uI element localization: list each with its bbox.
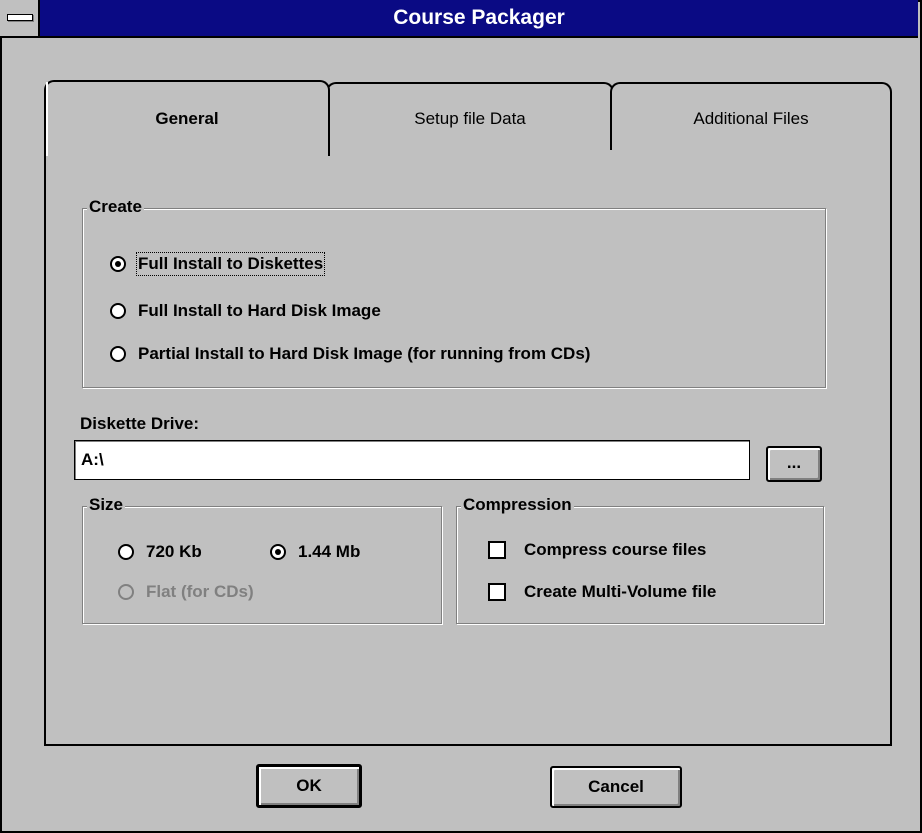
radio-button-icon[interactable] (110, 303, 126, 319)
option-label: Full Install to Diskettes (135, 252, 326, 276)
checkbox-multi-volume[interactable]: Create Multi-Volume file (488, 582, 716, 602)
radio-button-icon[interactable] (110, 346, 126, 362)
size-group-label: Size (87, 495, 126, 515)
option-label: Flat (for CDs) (146, 582, 254, 601)
compression-group: Compression (456, 495, 824, 624)
radio-button-icon (118, 584, 134, 600)
size-group: Size (82, 495, 442, 624)
window-title: Course Packager (393, 6, 565, 29)
tab-general-label: General (155, 109, 219, 128)
option-label: 1.44 Mb (298, 542, 361, 561)
browse-button[interactable]: ... (766, 446, 822, 482)
radio-full-install-hard-disk[interactable]: Full Install to Hard Disk Image (110, 301, 381, 321)
ok-button[interactable]: OK (256, 764, 362, 808)
tab-additional-files[interactable]: Additional Files (610, 82, 892, 154)
radio-720kb[interactable]: 720 Kb (118, 542, 202, 562)
option-label: Compress course files (524, 540, 707, 559)
create-group-label: Create (87, 197, 144, 217)
radio-button-icon[interactable] (270, 544, 286, 560)
radio-1-44mb[interactable]: 1.44 Mb (270, 542, 360, 562)
radio-partial-install-hard-disk[interactable]: Partial Install to Hard Disk Image (for … (110, 344, 590, 364)
checkbox-icon[interactable] (488, 541, 506, 559)
option-label: Partial Install to Hard Disk Image (for … (138, 344, 591, 363)
radio-full-install-diskettes[interactable]: Full Install to Diskettes (110, 252, 326, 276)
option-label: Full Install to Hard Disk Image (138, 301, 381, 320)
tab-general[interactable]: General (44, 80, 330, 156)
tab-additional-files-label: Additional Files (693, 109, 809, 128)
compression-group-label: Compression (461, 495, 574, 515)
option-label: Create Multi-Volume file (524, 582, 717, 601)
option-label: 720 Kb (146, 542, 202, 561)
system-menu-icon (7, 14, 33, 21)
checkbox-icon[interactable] (488, 583, 506, 601)
tab-highlight (46, 82, 48, 156)
diskette-drive-input[interactable]: A:\ (74, 440, 750, 480)
diskette-drive-label: Diskette Drive: (80, 414, 200, 433)
radio-button-icon[interactable] (110, 256, 126, 272)
tab-setup-file-data[interactable]: Setup file Data (326, 82, 614, 154)
radio-button-icon[interactable] (118, 544, 134, 560)
checkbox-compress-course-files[interactable]: Compress course files (488, 540, 706, 560)
radio-flat-for-cds: Flat (for CDs) (118, 582, 254, 602)
system-menu-button[interactable] (0, 0, 40, 36)
cancel-button[interactable]: Cancel (550, 766, 682, 808)
title-bar[interactable]: Course Packager (0, 0, 918, 38)
tab-setup-file-data-label: Setup file Data (414, 109, 526, 128)
